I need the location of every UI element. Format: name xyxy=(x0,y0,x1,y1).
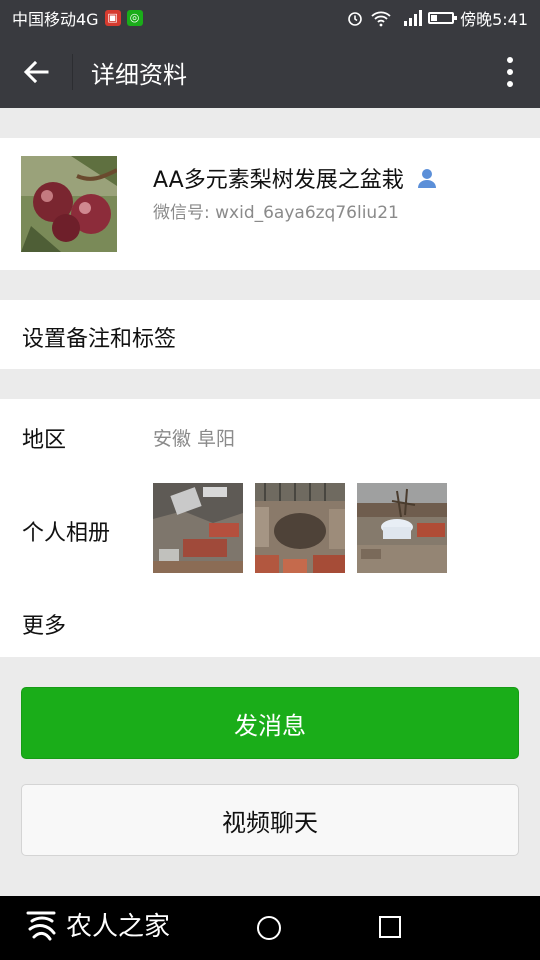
send-message-button[interactable]: 发消息 xyxy=(21,687,519,759)
more-options-button[interactable] xyxy=(480,36,540,108)
more-label[interactable]: 更多 xyxy=(22,608,66,640)
header-divider xyxy=(72,54,73,90)
set-remark-tags-row[interactable]: 设置备注和标签 xyxy=(0,300,540,369)
home-nav-button[interactable] xyxy=(257,916,281,940)
back-button[interactable] xyxy=(0,36,72,108)
battery-icon xyxy=(428,12,458,24)
watermark-text: 农人之家 xyxy=(66,912,171,942)
avatar-image xyxy=(21,156,117,252)
region-value: 安徽 阜阳 xyxy=(153,428,236,450)
arrow-left-icon xyxy=(23,60,49,84)
region-label: 地区 xyxy=(22,428,67,453)
contact-person-icon xyxy=(417,169,436,188)
top-app-bar: 详细资料 xyxy=(0,36,540,108)
page-title: 详细资料 xyxy=(91,60,187,89)
album-thumbnail[interactable] xyxy=(153,483,243,573)
wechat-notification-icon: ◎ xyxy=(126,10,143,26)
name-row: AA多元素梨树发展之盆栽 xyxy=(153,162,438,194)
alarm-icon xyxy=(348,12,362,26)
video-call-button[interactable]: 视频聊天 xyxy=(21,784,519,856)
album-thumbnail[interactable] xyxy=(255,483,345,573)
wifi-icon xyxy=(371,11,391,27)
album-label: 个人相册 xyxy=(22,521,111,546)
clock-label: 傍晚5:41 xyxy=(460,10,528,29)
album-photo-image xyxy=(255,483,345,573)
wechat-id: 微信号: wxid_6aya6zq76liu21 xyxy=(153,203,399,223)
details-section: 地区 安徽 阜阳 个人相册 更多 xyxy=(0,399,540,657)
signal-icon xyxy=(404,10,423,26)
profile-card[interactable]: AA多元素梨树发展之盆栽 微信号: wxid_6aya6zq76liu21 xyxy=(0,138,540,270)
status-right: 傍晚5:41 xyxy=(346,6,528,30)
app-notification-icon: ▣ xyxy=(104,10,121,26)
album-photo-image xyxy=(153,483,243,573)
display-name: AA多元素梨树发展之盆栽 xyxy=(153,168,404,193)
album-thumbnail[interactable] xyxy=(357,483,447,573)
watermark: 农人之家 xyxy=(24,906,170,943)
album-photo-image xyxy=(357,483,447,573)
personal-album[interactable] xyxy=(153,483,447,573)
set-remark-tags-label: 设置备注和标签 xyxy=(22,327,177,352)
system-navigation-bar: 农人之家 xyxy=(0,896,540,960)
avatar[interactable] xyxy=(21,156,117,252)
carrier-label: 中国移动4G xyxy=(12,10,99,29)
watermark-logo-icon xyxy=(26,911,56,940)
status-left: 中国移动4G ▣ ◎ xyxy=(12,6,143,30)
status-bar: 中国移动4G ▣ ◎ 傍晚5:41 xyxy=(0,0,540,36)
more-vertical-icon xyxy=(507,57,513,87)
recent-apps-nav-button[interactable] xyxy=(379,916,401,938)
